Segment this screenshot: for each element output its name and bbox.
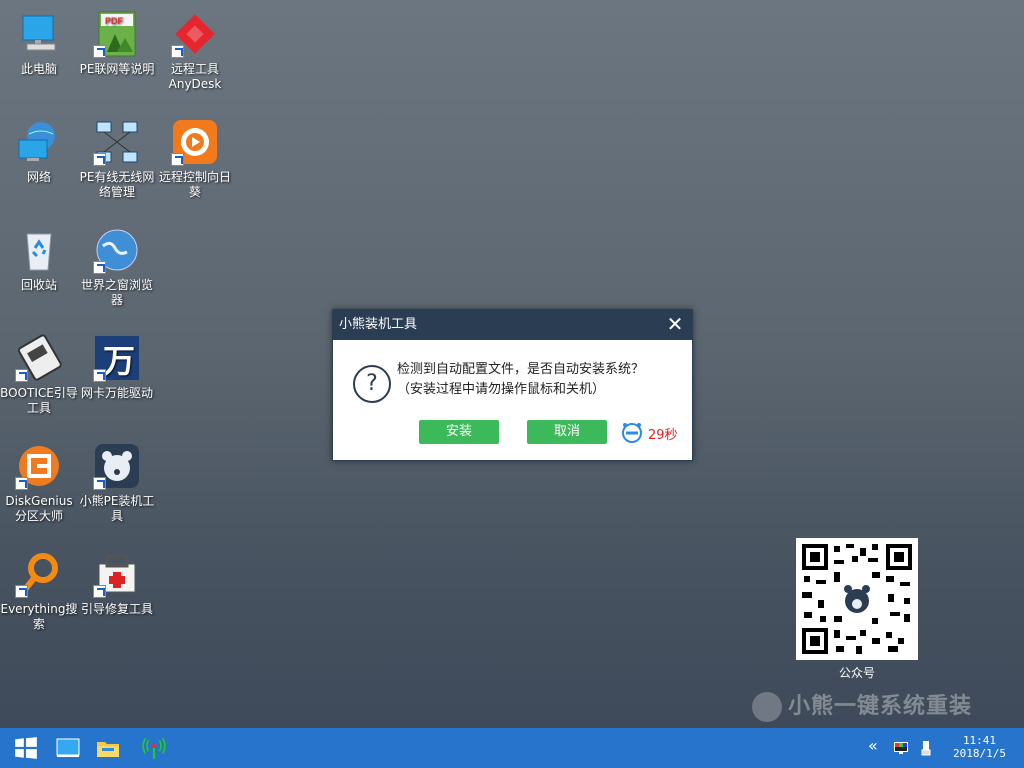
taskbar: « 11:41 2018/1/5 bbox=[0, 728, 1024, 768]
desktop-icon-label: 回收站 bbox=[20, 278, 57, 292]
dialog-title: 小熊装机工具 bbox=[339, 317, 418, 332]
windows-logo-icon bbox=[15, 737, 37, 759]
desktop-icon-diskgenius[interactable]: DiskGenius分区大师 bbox=[0, 442, 78, 524]
shortcut-arrow-icon bbox=[93, 477, 106, 490]
svg-text:万: 万 bbox=[103, 342, 135, 380]
desktop-icon-nic-driver[interactable]: 万 网卡万能驱动 bbox=[78, 334, 156, 401]
qr-label: 公众号 bbox=[838, 666, 875, 680]
folder-icon bbox=[97, 742, 119, 757]
network-icon bbox=[15, 118, 63, 166]
tray-expand-icon[interactable]: « bbox=[868, 738, 884, 754]
browser-icon bbox=[93, 226, 141, 274]
close-icon: ✕ bbox=[666, 312, 684, 336]
dialog-message-line1: 检测到自动配置文件，是否自动安装系统？ bbox=[397, 362, 645, 377]
bear-pe-installer-icon bbox=[93, 442, 141, 490]
desktop-icon-label: Everything搜索 bbox=[0, 602, 78, 631]
brand-watermark: 小熊一键系统重装 bbox=[752, 688, 972, 722]
desktop-icon-label: 网卡万能驱动 bbox=[80, 386, 153, 400]
shortcut-arrow-icon bbox=[171, 45, 184, 58]
desktop-icon-label: BOOTICE引导工具 bbox=[0, 386, 78, 415]
everything-search-icon bbox=[15, 550, 63, 598]
desktop-icon-bear-pe-installer[interactable]: 小熊PE装机工具 bbox=[78, 442, 156, 524]
desktop-icon-this-pc[interactable]: 此电脑 bbox=[0, 10, 78, 77]
shortcut-arrow-icon bbox=[15, 477, 28, 490]
taskbar-wireless-button[interactable] bbox=[134, 728, 174, 768]
start-button[interactable] bbox=[6, 728, 46, 768]
desktop-icon-network-manager[interactable]: PE有线无线网络管理 bbox=[78, 118, 156, 200]
desktop-icon-label: 世界之窗浏览器 bbox=[80, 278, 153, 307]
clock-date: 2018/1/5 bbox=[953, 747, 1006, 760]
pe-network-doc-icon: PDF bbox=[93, 10, 141, 58]
network-manager-icon bbox=[93, 118, 141, 166]
desktop-icon-browser[interactable]: 世界之窗浏览器 bbox=[78, 226, 156, 308]
usb-device-icon[interactable] bbox=[918, 740, 934, 756]
sunflower-remote-icon bbox=[171, 118, 219, 166]
desktop-icon-pe-network-doc[interactable]: PDF PE联网等说明 bbox=[78, 10, 156, 77]
bootice-icon bbox=[15, 334, 63, 382]
nic-driver-icon: 万 bbox=[93, 334, 141, 382]
desktop-icon-boot-repair[interactable]: 引导修复工具 bbox=[78, 550, 156, 617]
desktop-icon-label: 引导修复工具 bbox=[80, 602, 153, 616]
clock-time: 11:41 bbox=[962, 734, 997, 747]
desktop-icon bbox=[56, 738, 80, 757]
boot-repair-icon bbox=[93, 550, 141, 598]
desktop-icon-anydesk[interactable]: 远程工具AnyDesk bbox=[156, 10, 234, 92]
qr-code bbox=[796, 538, 918, 660]
desktop-icon-bootice[interactable]: BOOTICE引导工具 bbox=[0, 334, 78, 416]
dialog-title-bar: 小熊装机工具 ✕ bbox=[333, 310, 692, 340]
watermark-text: 小熊一键系统重装 bbox=[788, 694, 973, 719]
countdown-icon bbox=[621, 421, 643, 443]
taskbar-explorer-button[interactable] bbox=[88, 728, 128, 768]
taskbar-desktop-button[interactable] bbox=[48, 728, 88, 768]
shortcut-arrow-icon bbox=[93, 261, 106, 274]
recycle-bin-icon bbox=[15, 226, 63, 274]
taskbar-clock[interactable]: 11:41 2018/1/5 bbox=[953, 734, 1006, 760]
question-icon: ? bbox=[353, 365, 391, 403]
desktop-icon-label: PE有线无线网络管理 bbox=[79, 170, 155, 199]
desktop-icon-label: DiskGenius分区大师 bbox=[5, 494, 73, 523]
desktop-icon-recycle-bin[interactable]: 回收站 bbox=[0, 226, 78, 293]
shortcut-arrow-icon bbox=[15, 585, 28, 598]
this-pc-icon bbox=[15, 10, 63, 58]
desktop-icon-label: 网络 bbox=[26, 170, 51, 184]
desktop-icon-network[interactable]: 网络 bbox=[0, 118, 78, 185]
shortcut-arrow-icon bbox=[93, 153, 106, 166]
shortcut-arrow-icon bbox=[93, 585, 106, 598]
countdown-text: 29秒 bbox=[648, 428, 678, 443]
shortcut-arrow-icon bbox=[15, 369, 28, 382]
shortcut-arrow-icon bbox=[171, 153, 184, 166]
dialog-message-line2: （安装过程中请勿操作鼠标和关机） bbox=[397, 382, 606, 397]
desktop-icon-everything[interactable]: Everything搜索 bbox=[0, 550, 78, 632]
desktop-icon-label: 此电脑 bbox=[20, 62, 57, 76]
display-settings-icon[interactable] bbox=[893, 740, 909, 756]
anydesk-icon bbox=[171, 10, 219, 58]
cancel-button[interactable]: 取消 bbox=[527, 420, 607, 444]
dialog-message: 检测到自动配置文件，是否自动安装系统？ （安装过程中请勿操作鼠标和关机） bbox=[397, 360, 644, 400]
desktop-icon-label: 远程控制向日葵 bbox=[158, 170, 231, 199]
desktop-icon-sunflower-remote[interactable]: 远程控制向日葵 bbox=[156, 118, 234, 200]
install-confirm-dialog: 小熊装机工具 ✕ ? 检测到自动配置文件，是否自动安装系统？ （安装过程中请勿操… bbox=[332, 309, 693, 461]
desktop-icon-label: PE联网等说明 bbox=[79, 62, 155, 76]
shortcut-arrow-icon bbox=[93, 369, 106, 382]
diskgenius-icon bbox=[15, 442, 63, 490]
wireless-antenna-icon bbox=[142, 737, 166, 759]
svg-text:PDF: PDF bbox=[105, 16, 124, 26]
close-button[interactable]: ✕ bbox=[664, 314, 686, 336]
install-button[interactable]: 安装 bbox=[419, 420, 499, 444]
bear-logo-icon bbox=[752, 692, 782, 722]
shortcut-arrow-icon bbox=[93, 45, 106, 58]
desktop-icon-label: 远程工具AnyDesk bbox=[168, 62, 222, 91]
desktop-icon-label: 小熊PE装机工具 bbox=[79, 494, 155, 523]
